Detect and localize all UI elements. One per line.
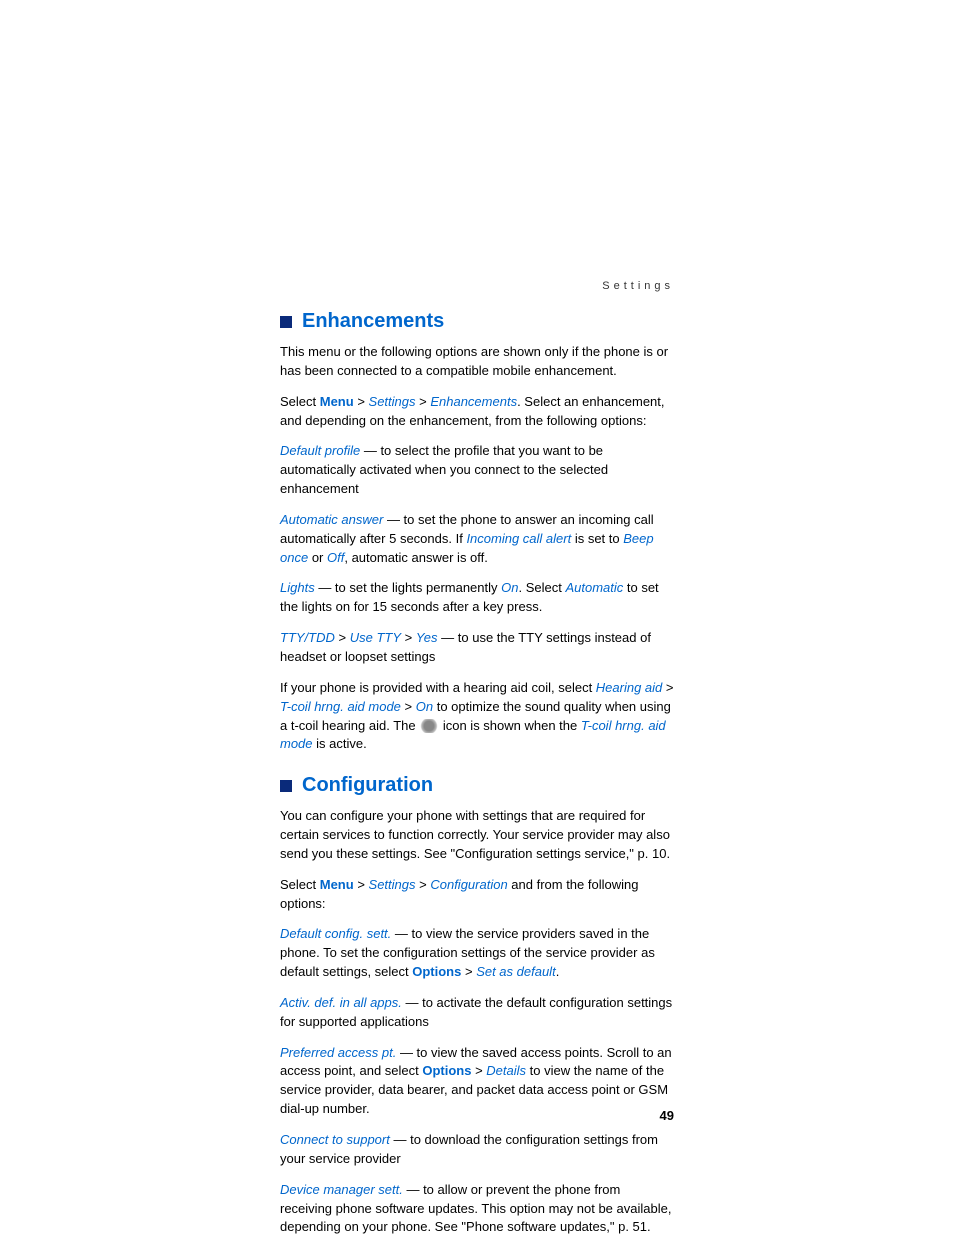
separator: > xyxy=(335,630,350,645)
configuration-title: Configuration xyxy=(302,774,433,797)
text: icon is shown when the xyxy=(439,718,581,733)
separator: > xyxy=(662,680,673,695)
details-term: Details xyxy=(486,1063,526,1078)
hearing-aid-item: If your phone is provided with a hearing… xyxy=(280,679,674,754)
automatic-answer-item: Automatic answer — to set the phone to a… xyxy=(280,511,674,568)
text: is set to xyxy=(571,531,623,546)
text: If your phone is provided with a hearing… xyxy=(280,680,596,695)
lights-item: Lights — to set the lights permanently O… xyxy=(280,579,674,617)
separator: > xyxy=(401,630,416,645)
tty-item: TTY/TDD > Use TTY > Yes — to use the TTY… xyxy=(280,629,674,667)
text: is active. xyxy=(313,736,367,751)
separator: > xyxy=(354,394,369,409)
tcoil-term: T-coil hrng. aid mode xyxy=(280,699,401,714)
text: . xyxy=(556,964,560,979)
enhancements-title: Enhancements xyxy=(302,310,444,333)
default-config-term: Default config. sett. xyxy=(280,926,391,941)
connect-support-term: Connect to support xyxy=(280,1132,390,1147)
set-as-default-term: Set as default xyxy=(476,964,556,979)
activ-def-term: Activ. def. in all apps. xyxy=(280,995,402,1010)
hearing-aid-term: Hearing aid xyxy=(596,680,663,695)
text: , automatic answer is off. xyxy=(344,550,488,565)
menu-link[interactable]: Menu xyxy=(320,394,354,409)
text: or xyxy=(308,550,327,565)
yes-term: Yes xyxy=(416,630,438,645)
default-config-item: Default config. sett. — to view the serv… xyxy=(280,925,674,982)
enhancements-heading: Enhancements xyxy=(280,310,674,333)
on-term: On xyxy=(501,580,518,595)
off-term: Off xyxy=(327,550,344,565)
separator: > xyxy=(461,964,476,979)
preferred-access-item: Preferred access pt. — to view the saved… xyxy=(280,1044,674,1119)
auto-answer-term: Automatic answer xyxy=(280,512,383,527)
bullet-icon xyxy=(280,780,292,792)
connect-support-item: Connect to support — to download the con… xyxy=(280,1131,674,1169)
separator: > xyxy=(416,394,431,409)
enhancements-select: Select Menu > Settings > Enhancements. S… xyxy=(280,393,674,431)
settings-link[interactable]: Settings xyxy=(369,394,416,409)
configuration-intro: You can configure your phone with settin… xyxy=(280,807,674,864)
text: Select xyxy=(280,877,320,892)
separator: > xyxy=(416,877,431,892)
enhancements-link[interactable]: Enhancements xyxy=(430,394,517,409)
options-link[interactable]: Options xyxy=(412,964,461,979)
bullet-icon xyxy=(280,316,292,328)
text: . Select xyxy=(518,580,565,595)
options-link-2[interactable]: Options xyxy=(422,1063,471,1078)
device-mgr-term: Device manager sett. xyxy=(280,1182,403,1197)
tty-term: TTY/TDD xyxy=(280,630,335,645)
text: Select xyxy=(280,394,320,409)
incoming-call-alert-term: Incoming call alert xyxy=(466,531,571,546)
separator: > xyxy=(401,699,416,714)
configuration-link[interactable]: Configuration xyxy=(430,877,507,892)
lights-term: Lights xyxy=(280,580,315,595)
activ-def-item: Activ. def. in all apps. — to activate t… xyxy=(280,994,674,1032)
use-tty-term: Use TTY xyxy=(350,630,401,645)
enhancements-intro: This menu or the following options are s… xyxy=(280,343,674,381)
ear-icon xyxy=(419,719,439,733)
page-number: 49 xyxy=(660,1108,674,1123)
configuration-heading: Configuration xyxy=(280,774,674,797)
page-header: Settings xyxy=(280,280,674,292)
menu-link-2[interactable]: Menu xyxy=(320,877,354,892)
on-term-2: On xyxy=(416,699,433,714)
separator: > xyxy=(354,877,369,892)
settings-link-2[interactable]: Settings xyxy=(369,877,416,892)
text: — to set the lights permanently xyxy=(315,580,501,595)
automatic-term: Automatic xyxy=(565,580,623,595)
pref-access-term: Preferred access pt. xyxy=(280,1045,396,1060)
configuration-select: Select Menu > Settings > Configuration a… xyxy=(280,876,674,914)
device-manager-item: Device manager sett. — to allow or preve… xyxy=(280,1181,674,1237)
separator: > xyxy=(471,1063,486,1078)
default-profile-item: Default profile — to select the profile … xyxy=(280,442,674,499)
default-profile-term: Default profile xyxy=(280,443,360,458)
